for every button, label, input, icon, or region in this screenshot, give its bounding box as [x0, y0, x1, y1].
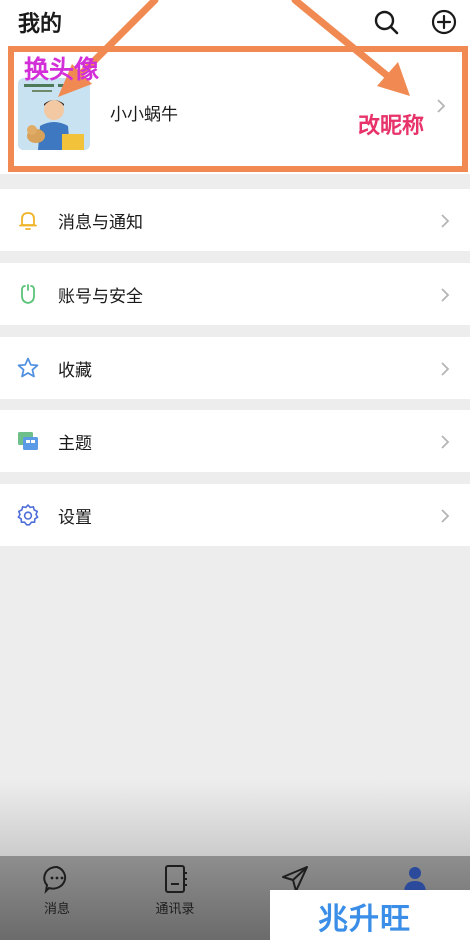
- bottom-fade: [0, 780, 470, 856]
- menu-item-account-security[interactable]: 账号与安全: [0, 263, 470, 325]
- chat-bubble-icon: [43, 865, 67, 894]
- annotation-change-nickname: 改昵称: [358, 114, 425, 139]
- search-icon: [374, 10, 399, 35]
- gear-icon: [17, 504, 39, 526]
- annotation-change-avatar: 换头像: [24, 55, 100, 84]
- tab-messages[interactable]: 消息: [12, 864, 102, 924]
- add-button[interactable]: [430, 8, 458, 36]
- menu-item-label: 消息与通知: [58, 213, 143, 233]
- watermark: 兆升旺: [318, 902, 411, 937]
- tab-contacts[interactable]: 通讯录: [130, 864, 220, 924]
- bell-icon: [19, 212, 37, 230]
- plus-circle-icon: [431, 9, 457, 35]
- chevron-right-icon: [441, 362, 450, 376]
- menu-item-favorites[interactable]: 收藏: [0, 337, 470, 399]
- chevron-right-icon: [441, 509, 450, 523]
- theme-icon: [18, 432, 38, 450]
- menu-item-label: 收藏: [58, 361, 92, 381]
- menu-item-settings[interactable]: 设置: [0, 484, 470, 546]
- chevron-right-icon: [441, 435, 450, 449]
- star-icon: [17, 357, 39, 378]
- contacts-icon: [165, 865, 187, 893]
- chevron-right-icon: [441, 214, 450, 228]
- header: 我的: [0, 0, 470, 42]
- tab-label: 通讯录: [155, 902, 195, 917]
- shield-icon: [21, 284, 35, 304]
- menu-item-notifications[interactable]: 消息与通知: [0, 189, 470, 251]
- page-title: 我的: [18, 12, 63, 37]
- menu-item-label: 主题: [58, 434, 92, 454]
- chevron-right-icon: [441, 288, 450, 302]
- menu-item-theme[interactable]: 主题: [0, 410, 470, 472]
- menu-item-label: 设置: [58, 508, 92, 528]
- search-button[interactable]: [372, 8, 400, 36]
- tab-label: 消息: [43, 902, 70, 917]
- menu-item-label: 账号与安全: [58, 287, 143, 307]
